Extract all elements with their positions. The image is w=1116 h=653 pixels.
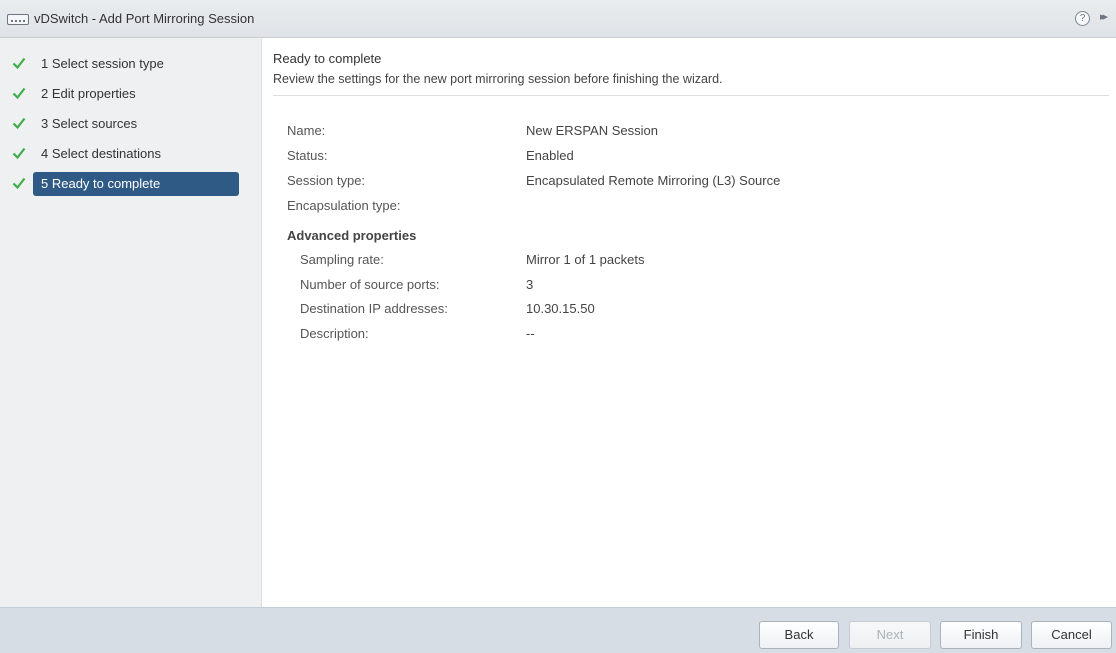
wizard-footer: Back Next Finish Cancel bbox=[0, 607, 1116, 653]
step-ready-to-complete[interactable]: 5 Ready to complete bbox=[0, 172, 262, 198]
summary-row-status: Status: Enabled bbox=[263, 148, 1113, 168]
summary-label: Description: bbox=[300, 326, 369, 341]
checkmark-icon bbox=[12, 147, 26, 160]
summary-value: Encapsulated Remote Mirroring (L3) Sourc… bbox=[526, 173, 781, 188]
summary-label: Destination IP addresses: bbox=[300, 301, 448, 316]
summary-value: New ERSPAN Session bbox=[526, 123, 658, 138]
step-label: 4 Select destinations bbox=[41, 146, 161, 161]
checkmark-icon bbox=[12, 177, 26, 190]
step-label: 2 Edit properties bbox=[41, 86, 136, 101]
divider bbox=[273, 95, 1109, 96]
summary-value: 3 bbox=[526, 277, 534, 292]
summary-label: Number of source ports: bbox=[300, 277, 440, 292]
step-select-destinations[interactable]: 4 Select destinations bbox=[0, 142, 262, 168]
advanced-row-sampling-rate: Sampling rate: Mirror 1 of 1 packets bbox=[263, 252, 1113, 272]
wizard-steps-sidebar: 1 Select session type 2 Edit properties … bbox=[0, 38, 262, 607]
step-label: 3 Select sources bbox=[41, 116, 138, 131]
summary-label: Sampling rate: bbox=[300, 252, 384, 267]
step-label: 5 Ready to complete bbox=[33, 172, 239, 196]
step-select-sources[interactable]: 3 Select sources bbox=[0, 112, 262, 138]
checkmark-icon bbox=[12, 57, 26, 70]
advanced-row-source-ports: Number of source ports: 3 bbox=[263, 277, 1113, 297]
page-description: Review the settings for the new port mir… bbox=[273, 72, 723, 86]
wizard-titlebar: vDSwitch - Add Port Mirroring Session ? … bbox=[0, 0, 1116, 38]
expand-icon[interactable]: ▸▸ bbox=[1100, 10, 1108, 23]
switch-icon bbox=[7, 14, 29, 25]
summary-label: Name: bbox=[287, 123, 326, 138]
summary-label: Status: bbox=[287, 148, 328, 163]
summary-label: Session type: bbox=[287, 173, 366, 188]
advanced-row-description: Description: -- bbox=[263, 326, 1113, 346]
checkmark-icon bbox=[12, 87, 26, 100]
advanced-properties-title: Advanced properties bbox=[287, 228, 417, 243]
step-edit-properties[interactable]: 2 Edit properties bbox=[0, 82, 262, 108]
summary-value: Mirror 1 of 1 packets bbox=[526, 252, 645, 267]
wizard-content: Ready to complete Review the settings fo… bbox=[263, 38, 1116, 607]
step-label: 1 Select session type bbox=[41, 56, 164, 71]
cancel-button[interactable]: Cancel bbox=[1031, 621, 1112, 649]
advanced-row-destination-ip: Destination IP addresses: 10.30.15.50 bbox=[263, 301, 1113, 321]
finish-button[interactable]: Finish bbox=[940, 621, 1022, 649]
summary-value: Enabled bbox=[526, 148, 574, 163]
summary-row-session-type: Session type: Encapsulated Remote Mirror… bbox=[263, 173, 1113, 193]
summary-row-name: Name: New ERSPAN Session bbox=[263, 123, 1113, 143]
summary-value: -- bbox=[526, 326, 535, 341]
summary-label: Encapsulation type: bbox=[287, 198, 401, 213]
step-select-session-type[interactable]: 1 Select session type bbox=[0, 52, 262, 78]
back-button[interactable]: Back bbox=[759, 621, 839, 649]
page-title: Ready to complete bbox=[273, 51, 382, 66]
wizard-title: vDSwitch - Add Port Mirroring Session bbox=[34, 11, 255, 26]
checkmark-icon bbox=[12, 117, 26, 130]
summary-row-encapsulation-type: Encapsulation type: bbox=[263, 198, 1113, 218]
summary-value: 10.30.15.50 bbox=[526, 301, 595, 316]
next-button[interactable]: Next bbox=[849, 621, 931, 649]
help-icon[interactable]: ? bbox=[1075, 11, 1090, 26]
